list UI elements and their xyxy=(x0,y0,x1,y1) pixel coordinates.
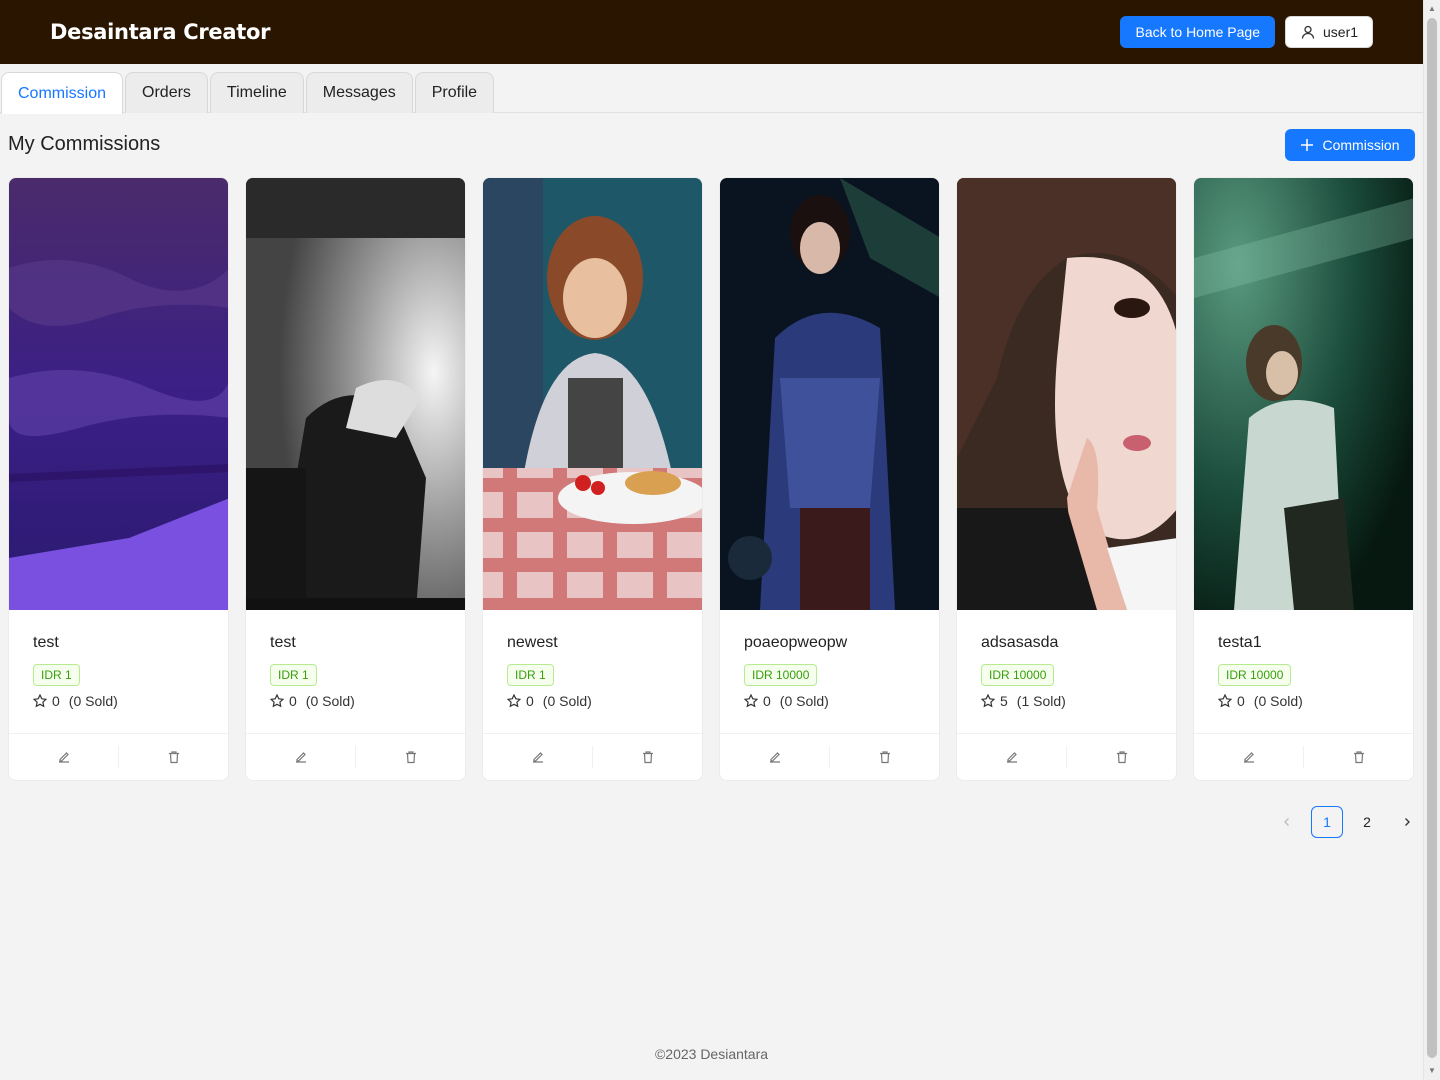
edit-icon[interactable] xyxy=(9,746,118,768)
price-tag: IDR 1 xyxy=(270,664,317,686)
plus-icon xyxy=(1300,138,1314,152)
commission-card[interactable]: newest IDR 1 0 (0 Sold) xyxy=(482,177,703,781)
brand-title: Desaintara Creator xyxy=(50,20,271,44)
pagination: 1 2 xyxy=(1271,806,1423,838)
page-title: My Commissions xyxy=(8,133,161,155)
commission-card[interactable]: adsasasda IDR 10000 5 (1 Sold) xyxy=(956,177,1177,781)
rating-value: 0 xyxy=(1237,693,1245,709)
card-title: test xyxy=(270,634,296,651)
rating-value: 5 xyxy=(1000,693,1008,709)
user-menu-button[interactable]: user1 xyxy=(1285,16,1373,48)
sold-count: (0 Sold) xyxy=(1253,693,1303,709)
card-title: test xyxy=(33,634,59,651)
delete-icon[interactable] xyxy=(1066,746,1176,768)
rating-row: 0 (0 Sold) xyxy=(33,693,204,709)
sold-count: (0 Sold) xyxy=(779,693,829,709)
rating-value: 0 xyxy=(52,693,60,709)
delete-icon[interactable] xyxy=(592,746,702,768)
tab-commission[interactable]: Commission xyxy=(1,72,124,114)
user-icon xyxy=(1301,25,1315,39)
star-icon xyxy=(1218,694,1232,708)
rating-row: 0 (0 Sold) xyxy=(744,693,915,709)
user-name: user1 xyxy=(1323,24,1359,40)
sold-count: (0 Sold) xyxy=(305,693,355,709)
page-scrollbar[interactable]: ▲ ▼ xyxy=(1423,0,1440,1080)
singer-on-stage-photo xyxy=(720,178,939,610)
edit-icon[interactable] xyxy=(246,746,355,768)
price-tag: IDR 10000 xyxy=(981,664,1055,686)
rating-row: 0 (0 Sold) xyxy=(507,693,678,709)
delete-icon[interactable] xyxy=(1303,746,1413,768)
delete-icon[interactable] xyxy=(355,746,465,768)
next-page-chevron-icon[interactable] xyxy=(1391,806,1423,838)
tab-orders[interactable]: Orders xyxy=(125,72,208,113)
commission-card[interactable]: testa1 IDR 10000 0 (0 Sold) xyxy=(1193,177,1414,781)
edit-icon[interactable] xyxy=(957,746,1066,768)
star-icon xyxy=(33,694,47,708)
edit-icon[interactable] xyxy=(483,746,592,768)
delete-icon[interactable] xyxy=(118,746,228,768)
woman-at-table-photo xyxy=(483,178,702,610)
sold-count: (0 Sold) xyxy=(68,693,118,709)
commission-card[interactable]: test IDR 1 0 (0 Sold) xyxy=(8,177,229,781)
sold-count: (1 Sold) xyxy=(1016,693,1066,709)
card-title: testa1 xyxy=(1218,634,1262,651)
star-icon xyxy=(507,694,521,708)
price-tag: IDR 1 xyxy=(507,664,554,686)
page-2[interactable]: 2 xyxy=(1351,806,1383,838)
back-home-button[interactable]: Back to Home Page xyxy=(1120,16,1275,48)
price-tag: IDR 1 xyxy=(33,664,80,686)
card-actions xyxy=(9,733,228,780)
commission-card[interactable]: poaeopweopw IDR 10000 0 (0 Sold) xyxy=(719,177,940,781)
scroll-thumb[interactable] xyxy=(1427,18,1437,1058)
price-tag: IDR 10000 xyxy=(1218,664,1292,686)
rating-row: 0 (0 Sold) xyxy=(270,693,441,709)
page-1[interactable]: 1 xyxy=(1311,806,1343,838)
header-actions: Back to Home Page user1 xyxy=(1120,16,1373,48)
card-actions xyxy=(483,733,702,780)
footer-copyright: ©2023 Desiantara xyxy=(654,1046,769,1062)
card-actions xyxy=(246,733,465,780)
card-actions xyxy=(957,733,1176,780)
rating-value: 0 xyxy=(526,693,534,709)
star-icon xyxy=(981,694,995,708)
edit-icon[interactable] xyxy=(720,746,829,768)
card-title: adsasasda xyxy=(981,634,1059,651)
rating-value: 0 xyxy=(289,693,297,709)
tab-profile[interactable]: Profile xyxy=(414,72,495,113)
commission-card-list: test IDR 1 0 (0 Sold) test IDR 1 0 (0 So… xyxy=(8,177,1414,781)
star-icon xyxy=(744,694,758,708)
card-actions xyxy=(1194,733,1413,780)
card-title: newest xyxy=(507,634,558,651)
tab-messages[interactable]: Messages xyxy=(305,72,413,113)
price-tag: IDR 10000 xyxy=(744,664,818,686)
add-commission-label: Commission xyxy=(1322,137,1400,153)
portrait-closeup-photo xyxy=(957,178,1176,610)
card-actions xyxy=(720,733,939,780)
card-title: poaeopweopw xyxy=(744,634,848,651)
edit-icon[interactable] xyxy=(1194,746,1303,768)
scroll-down-icon[interactable]: ▼ xyxy=(1427,1066,1437,1076)
rating-row: 0 (0 Sold) xyxy=(1218,693,1389,709)
main-tabs: Commission Orders Timeline Messages Prof… xyxy=(0,72,1423,114)
commission-card[interactable]: test IDR 1 0 (0 Sold) xyxy=(245,177,466,781)
star-icon xyxy=(270,694,284,708)
add-commission-button[interactable]: Commission xyxy=(1285,129,1415,161)
rating-row: 5 (1 Sold) xyxy=(981,693,1152,709)
purple-landscape-photo xyxy=(9,178,228,610)
delete-icon[interactable] xyxy=(829,746,939,768)
scroll-up-icon[interactable]: ▲ xyxy=(1427,4,1437,14)
green-stage-light-photo xyxy=(1194,178,1413,610)
prev-page-chevron-icon[interactable] xyxy=(1271,806,1303,838)
app-header: Desaintara Creator Back to Home Page use… xyxy=(0,0,1423,64)
sold-count: (0 Sold) xyxy=(542,693,592,709)
rating-value: 0 xyxy=(763,693,771,709)
black-white-stage-photo xyxy=(246,178,465,610)
tab-timeline[interactable]: Timeline xyxy=(209,72,304,113)
